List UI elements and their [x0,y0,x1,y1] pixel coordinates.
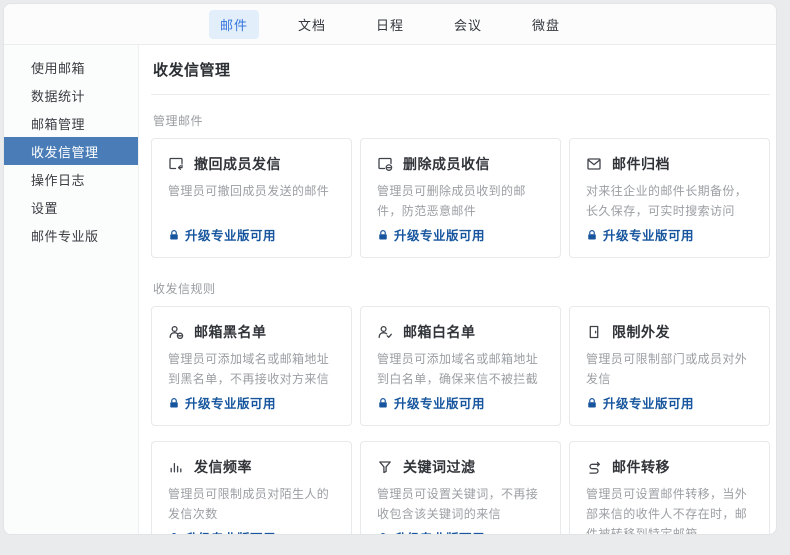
feature-card[interactable]: 限制外发管理员可限制部门或成员对外发信升级专业版可用 [569,306,770,426]
upgrade-pro-label: 升级专业版可用 [394,528,485,534]
top-tab-1[interactable]: 邮件 [209,10,259,39]
lock-icon [377,229,389,241]
feature-card[interactable]: 撤回成员发信管理员可撤回成员发送的邮件升级专业版可用 [151,138,352,258]
card-header: 邮箱黑名单 [168,322,335,342]
feature-card[interactable]: 邮箱白名单管理员可添加域名或邮箱地址到白名单，确保来信不被拦截升级专业版可用 [360,306,561,426]
lock-icon [586,397,598,409]
sidebar-item-2[interactable]: 数据统计 [4,81,138,109]
mail-transfer-icon [586,459,602,475]
upgrade-pro-link[interactable]: 升级专业版可用 [377,528,544,534]
recall-sent-mail-icon [168,156,184,172]
upgrade-pro-link[interactable]: 升级专业版可用 [586,393,753,412]
card-header: 邮件归档 [586,154,753,174]
feature-card[interactable]: 邮件归档对来往企业的邮件长期备份，长久保存，可实时搜索访问升级专业版可用 [569,138,770,258]
card-title: 发信频率 [194,457,252,477]
sidebar-item-3[interactable]: 邮箱管理 [4,109,138,137]
card-title: 删除成员收信 [403,154,490,174]
card-title: 邮件转移 [612,457,670,477]
sections-container: 管理邮件撤回成员发信管理员可撤回成员发送的邮件升级专业版可用删除成员收信管理员可… [151,95,770,534]
whitelist-user-icon [377,324,393,340]
restrict-outgoing-icon [586,324,602,340]
upgrade-pro-label: 升级专业版可用 [185,393,276,412]
card-description: 管理员可添加域名或邮箱地址到黑名单，不再接收对方来信 [168,350,335,390]
lock-icon [586,229,598,241]
feature-card[interactable]: 邮件转移管理员可设置邮件转移，当外部来信的收件人不存在时，邮件被转移到特定邮箱升… [569,441,770,534]
card-header: 发信频率 [168,457,335,477]
keyword-filter-icon [377,459,393,475]
upgrade-pro-label: 升级专业版可用 [185,225,276,244]
card-description: 管理员可设置邮件转移，当外部来信的收件人不存在时，邮件被转移到特定邮箱 [586,485,753,534]
card-title: 邮件归档 [612,154,670,174]
top-tab-3[interactable]: 日程 [365,10,415,39]
card-header: 删除成员收信 [377,154,544,174]
upgrade-pro-link[interactable]: 升级专业版可用 [377,393,544,412]
send-frequency-icon [168,459,184,475]
mail-archive-icon [586,156,602,172]
top-tab-5[interactable]: 微盘 [521,10,571,39]
card-description: 管理员可删除成员收到的邮件，防范恶意邮件 [377,182,544,222]
top-tab-2[interactable]: 文档 [287,10,337,39]
upgrade-pro-link[interactable]: 升级专业版可用 [168,393,335,412]
card-header: 撤回成员发信 [168,154,335,174]
feature-card[interactable]: 删除成员收信管理员可删除成员收到的邮件，防范恶意邮件升级专业版可用 [360,138,561,258]
card-title: 撤回成员发信 [194,154,281,174]
card-description: 管理员可限制成员对陌生人的发信次数 [168,485,335,525]
upgrade-pro-link[interactable]: 升级专业版可用 [168,528,335,534]
upgrade-pro-link[interactable]: 升级专业版可用 [168,225,335,244]
card-description: 管理员可设置关键词，不再接收包含该关键词的来信 [377,485,544,525]
upgrade-pro-label: 升级专业版可用 [603,225,694,244]
top-tab-4[interactable]: 会议 [443,10,493,39]
sidebar-nav: 使用邮箱数据统计邮箱管理收发信管理操作日志设置邮件专业版 [4,45,139,534]
delete-received-mail-icon [377,156,393,172]
sidebar-item-6[interactable]: 设置 [4,193,138,221]
section-label: 管理邮件 [153,112,770,129]
card-description: 对来往企业的邮件长期备份，长久保存，可实时搜索访问 [586,182,753,222]
card-description: 管理员可添加域名或邮箱地址到白名单，确保来信不被拦截 [377,350,544,390]
card-description: 管理员可撤回成员发送的邮件 [168,182,335,202]
card-header: 邮箱白名单 [377,322,544,342]
upgrade-pro-label: 升级专业版可用 [394,225,485,244]
card-title: 邮箱黑名单 [194,322,267,342]
app-body: 使用邮箱数据统计邮箱管理收发信管理操作日志设置邮件专业版 收发信管理 管理邮件撤… [4,45,776,534]
card-header: 邮件转移 [586,457,753,477]
lock-icon [168,532,180,535]
top-nav-tabs: 邮件文档日程会议微盘 [4,4,776,45]
card-header: 关键词过滤 [377,457,544,477]
card-title: 关键词过滤 [403,457,476,477]
sidebar-item-7[interactable]: 邮件专业版 [4,221,138,249]
card-grid: 撤回成员发信管理员可撤回成员发送的邮件升级专业版可用删除成员收信管理员可删除成员… [151,138,770,258]
app-panel: 邮件文档日程会议微盘 使用邮箱数据统计邮箱管理收发信管理操作日志设置邮件专业版 … [3,3,777,535]
lock-icon [168,397,180,409]
card-title: 限制外发 [612,322,670,342]
upgrade-pro-label: 升级专业版可用 [603,393,694,412]
main-content: 收发信管理 管理邮件撤回成员发信管理员可撤回成员发送的邮件升级专业版可用删除成员… [139,45,776,534]
page-title: 收发信管理 [151,53,770,95]
section-label: 收发信规则 [153,280,770,297]
feature-card[interactable]: 发信频率管理员可限制成员对陌生人的发信次数升级专业版可用 [151,441,352,534]
upgrade-pro-link[interactable]: 升级专业版可用 [586,225,753,244]
sidebar-item-4[interactable]: 收发信管理 [4,137,138,165]
lock-icon [377,397,389,409]
feature-card[interactable]: 关键词过滤管理员可设置关键词，不再接收包含该关键词的来信升级专业版可用 [360,441,561,534]
lock-icon [377,532,389,535]
card-title: 邮箱白名单 [403,322,476,342]
blacklist-user-icon [168,324,184,340]
lock-icon [168,229,180,241]
sidebar-item-5[interactable]: 操作日志 [4,165,138,193]
upgrade-pro-label: 升级专业版可用 [185,528,276,534]
card-description: 管理员可限制部门或成员对外发信 [586,350,753,390]
card-grid: 邮箱黑名单管理员可添加域名或邮箱地址到黑名单，不再接收对方来信升级专业版可用邮箱… [151,306,770,534]
card-header: 限制外发 [586,322,753,342]
feature-card[interactable]: 邮箱黑名单管理员可添加域名或邮箱地址到黑名单，不再接收对方来信升级专业版可用 [151,306,352,426]
upgrade-pro-link[interactable]: 升级专业版可用 [377,225,544,244]
upgrade-pro-label: 升级专业版可用 [394,393,485,412]
sidebar-item-1[interactable]: 使用邮箱 [4,53,138,81]
